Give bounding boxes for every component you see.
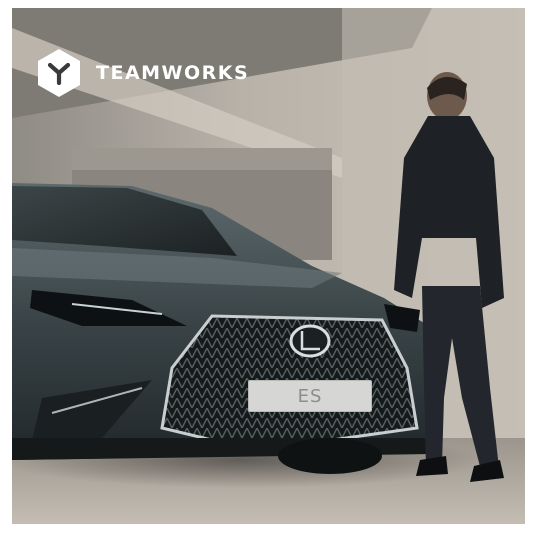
ad-image: TEAMWORKS ES (12, 8, 525, 524)
license-plate: ES (248, 380, 372, 412)
teamworks-logo: TEAMWORKS (36, 48, 249, 98)
front-wheel (278, 438, 382, 474)
concrete-ledge (72, 148, 332, 170)
lexus-emblem-icon (289, 324, 331, 358)
spindle-grille (162, 316, 417, 440)
brand-name: TEAMWORKS (96, 62, 250, 84)
teamworks-hexagon-logo-icon (38, 49, 80, 97)
